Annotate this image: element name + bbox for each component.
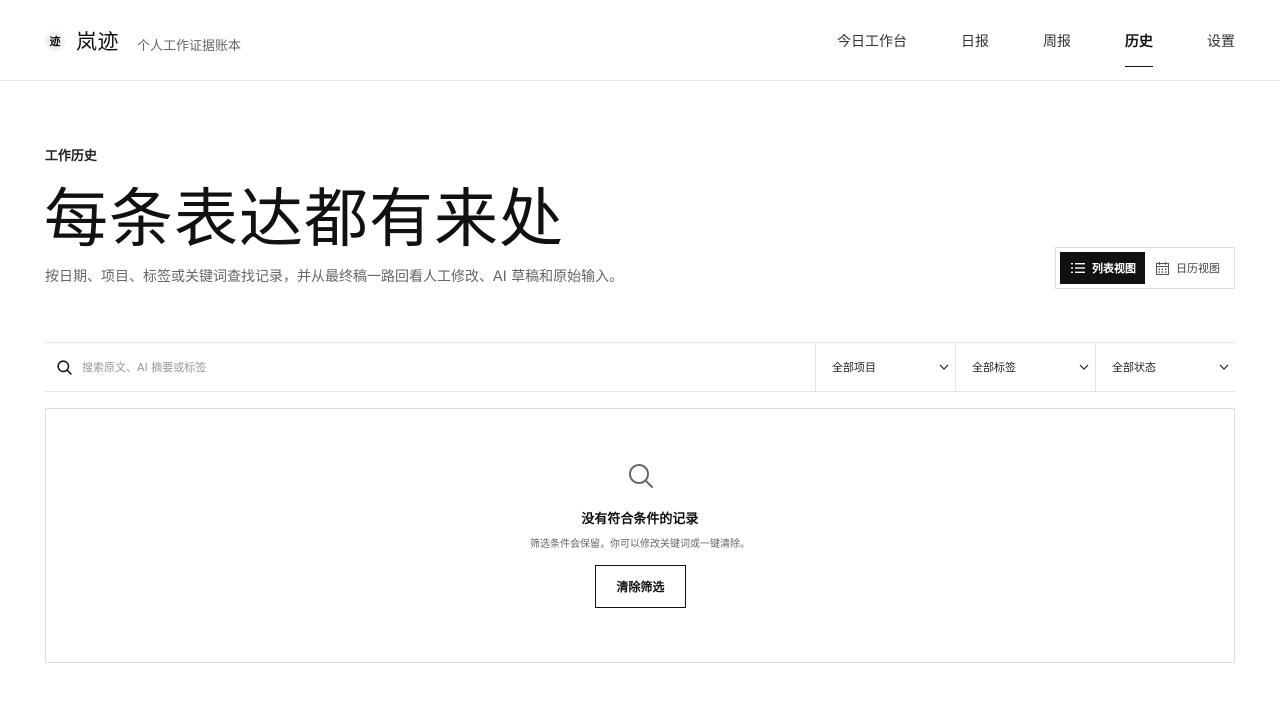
tag-select[interactable]: 全部标签 xyxy=(955,343,1095,391)
chevron-down-icon xyxy=(939,364,949,370)
tag-select-value: 全部标签 xyxy=(972,361,1016,374)
search-icon xyxy=(629,464,653,488)
nav-item-settings[interactable]: 设置 xyxy=(1207,31,1235,67)
project-select-value: 全部项目 xyxy=(832,361,876,374)
chevron-down-icon xyxy=(1219,364,1229,370)
search-box xyxy=(45,343,815,391)
empty-state-description: 筛选条件会保留，你可以修改关键词或一键清除。 xyxy=(530,539,750,550)
nav-item-weekly[interactable]: 周报 xyxy=(1043,31,1071,67)
status-select[interactable]: 全部状态 xyxy=(1095,343,1235,391)
brand-tagline: 个人工作证据账本 xyxy=(137,38,242,54)
view-toggle: 列表视图 日历视图 xyxy=(1055,247,1235,289)
clear-filters-button[interactable]: 清除筛选 xyxy=(595,565,686,608)
status-select-value: 全部状态 xyxy=(1112,361,1156,374)
calendar-view-button[interactable]: 日历视图 xyxy=(1145,252,1220,284)
calendar-view-label: 日历视图 xyxy=(1176,262,1220,275)
nav-item-daily[interactable]: 日报 xyxy=(961,31,989,67)
list-view-label: 列表视图 xyxy=(1092,262,1136,275)
chevron-down-icon xyxy=(1079,364,1089,370)
search-icon xyxy=(57,359,72,375)
nav-item-history[interactable]: 历史 xyxy=(1125,31,1153,67)
brand[interactable]: 迹 岚迹 个人工作证据账本 xyxy=(45,26,241,56)
logo-icon: 迹 xyxy=(45,31,65,51)
filter-bar: 全部项目 全部标签 全部状态 xyxy=(45,342,1235,392)
empty-state-title: 没有符合条件的记录 xyxy=(581,512,699,527)
top-header: 迹 岚迹 个人工作证据账本 今日工作台 日报 周报 历史 设置 xyxy=(0,0,1280,81)
list-view-button[interactable]: 列表视图 xyxy=(1060,252,1145,284)
list-icon xyxy=(1071,263,1085,273)
project-select[interactable]: 全部项目 xyxy=(815,343,955,391)
main-nav: 今日工作台 日报 周报 历史 设置 xyxy=(837,31,1235,67)
section-eyebrow: 工作历史 xyxy=(45,149,98,164)
empty-state-panel: 没有符合条件的记录 筛选条件会保留，你可以修改关键词或一键清除。 清除筛选 xyxy=(45,408,1235,663)
page-title: 每条表达都有来处 xyxy=(44,183,564,257)
page-subtitle: 按日期、项目、标签或关键词查找记录，并从最终稿一路回看人工修改、AI 草稿和原始… xyxy=(45,269,624,285)
brand-name: 岚迹 xyxy=(76,30,119,54)
nav-item-today[interactable]: 今日工作台 xyxy=(837,31,907,67)
search-input[interactable] xyxy=(82,360,682,374)
calendar-icon xyxy=(1156,261,1169,275)
